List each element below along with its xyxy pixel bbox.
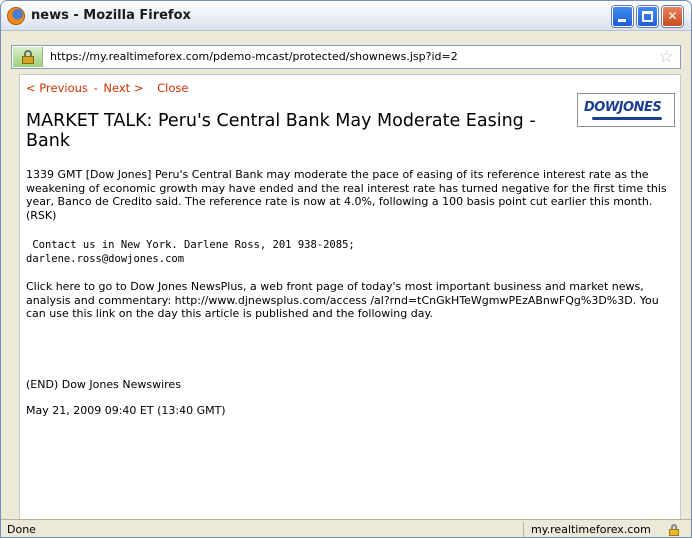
bookmark-star-icon[interactable]: ☆ <box>659 47 674 67</box>
logo-text: DOWJONES <box>584 100 662 115</box>
maximize-button[interactable] <box>637 6 658 27</box>
minimize-button[interactable] <box>612 6 633 27</box>
page-content: < Previous - Next > Close MARKET TALK: P… <box>19 74 681 519</box>
window-title: news - Mozilla Firefox <box>31 8 191 23</box>
status-domain[interactable]: my.realtimeforex.com <box>531 523 651 536</box>
logo-swoosh <box>592 117 662 120</box>
status-lock-icon[interactable] <box>668 523 680 536</box>
newsplus-paragraph: Click here to go to Dow Jones NewsPlus, … <box>26 280 659 320</box>
url-bar[interactable]: https://my.realtimeforex.com/pdemo-mcast… <box>11 45 681 69</box>
status-text: Done <box>7 523 36 536</box>
next-link[interactable]: Next > <box>103 81 143 95</box>
article-body: 1339 GMT [Dow Jones] Peru's Central Bank… <box>26 168 667 222</box>
status-bar: Done my.realtimeforex.com <box>1 519 691 537</box>
site-identity-button[interactable] <box>13 47 43 67</box>
dow-jones-logo: DOWJONES <box>577 93 675 127</box>
firefox-icon <box>7 7 25 25</box>
url-text[interactable]: https://my.realtimeforex.com/pdemo-mcast… <box>50 50 458 63</box>
status-divider <box>523 522 524 537</box>
previous-link[interactable]: < Previous <box>26 81 88 95</box>
minimize-icon <box>618 19 626 22</box>
close-icon: ✕ <box>667 9 678 23</box>
close-window-button[interactable]: ✕ <box>662 6 683 27</box>
firefox-window: news - Mozilla Firefox ✕ https://my.real… <box>0 0 692 538</box>
close-link[interactable]: Close <box>157 81 188 95</box>
contact-line-1: Contact us in New York. Darlene Ross, 20… <box>26 239 355 251</box>
article-nav: < Previous - Next > Close <box>26 81 190 95</box>
contact-line-2: darlene.ross@dowjones.com <box>26 253 185 265</box>
article-timestamp: May 21, 2009 09:40 ET (13:40 GMT) <box>26 404 226 417</box>
title-bar[interactable]: news - Mozilla Firefox ✕ <box>1 1 691 31</box>
nav-separator: - <box>93 81 98 95</box>
article-headline: MARKET TALK: Peru's Central Bank May Mod… <box>26 111 536 151</box>
end-line: (END) Dow Jones Newswires <box>26 378 181 391</box>
maximize-icon <box>642 11 653 22</box>
